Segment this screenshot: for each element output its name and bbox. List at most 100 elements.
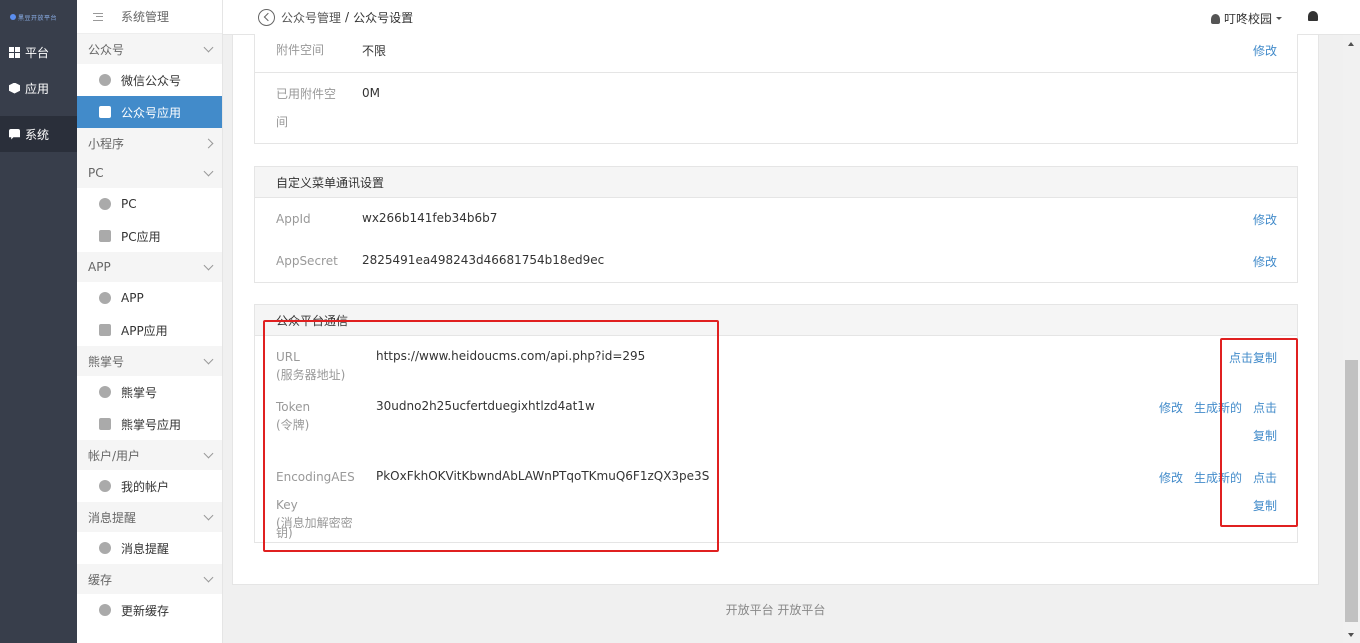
user-icon <box>99 480 111 492</box>
sidebar-item-notifications[interactable]: 消息提醒 <box>77 532 222 564</box>
top-header: 公众号管理 / 公众号设置 叮咚校园 <box>223 0 1360 35</box>
sidebar-group-xiongzhang[interactable]: 熊掌号 <box>77 346 222 376</box>
group-label: 帐户/用户 <box>88 448 141 463</box>
aes-generate-link[interactable]: 生成新的 <box>1194 469 1242 486</box>
monitor-icon <box>99 198 111 210</box>
sidebar-item-xiongzhang-apps[interactable]: 熊掌号应用 <box>77 408 222 440</box>
sidebar-group-app[interactable]: APP <box>77 252 222 282</box>
chevron-down-icon <box>203 510 214 520</box>
rail-item-apps[interactable]: 应用 <box>0 70 77 106</box>
appsecret-label: AppSecret <box>276 254 338 268</box>
group-label: 缓存 <box>88 572 113 587</box>
scroll-down-icon[interactable] <box>1348 633 1354 637</box>
appsecret-modify-link[interactable]: 修改 <box>1253 253 1277 270</box>
breadcrumb-parent[interactable]: 公众号管理 <box>281 9 341 26</box>
sidebar-item-app-apps[interactable]: APP应用 <box>77 314 222 346</box>
attach-used-label: 已用附件空 <box>276 87 337 101</box>
aes-copy-link-cont[interactable]: 复制 <box>1253 497 1277 514</box>
appid-value: wx266b141feb34b6b7 <box>362 211 498 225</box>
user-menu[interactable]: 叮咚校园 <box>1210 10 1282 27</box>
refresh-icon <box>99 604 111 616</box>
back-icon[interactable] <box>258 8 275 26</box>
logo-text: 黑豆开放平台 <box>18 14 58 22</box>
attach-space-modify-link[interactable]: 修改 <box>1253 42 1277 59</box>
scroll-up-icon[interactable] <box>1348 42 1354 46</box>
token-label: Token <box>276 400 311 414</box>
menu-comm-panel: 自定义菜单通讯设置 AppId wx266b141feb34b6b7 修改 Ap… <box>254 166 1298 283</box>
rail-item-system[interactable]: 系统 <box>0 116 77 152</box>
chevron-down-icon <box>203 166 214 176</box>
wechat-icon <box>99 74 111 86</box>
bell-icon <box>99 542 111 554</box>
sidebar-item-pc[interactable]: PC <box>77 188 222 220</box>
url-label: URL <box>276 350 300 364</box>
token-generate-link[interactable]: 生成新的 <box>1194 399 1242 416</box>
token-value: 30udno2h25ucfertduegixhtlzd4at1w <box>376 399 595 413</box>
vertical-scrollbar[interactable] <box>1343 35 1360 643</box>
token-label-sub: (令牌) <box>276 418 310 432</box>
sidebar-item-account-apps[interactable]: 公众号应用 <box>77 96 222 128</box>
attach-used-label-cont: 间 <box>276 115 289 129</box>
aes-key-value: PkOxFkhOKVitKbwndAbLAWnPTqoTKmuQ6F1zQX3p… <box>376 469 710 483</box>
chevron-down-icon <box>203 448 214 458</box>
grid-icon <box>9 46 20 58</box>
sidebar-item-label: 更新缓存 <box>121 603 170 618</box>
token-copy-link[interactable]: 点击 <box>1253 399 1277 416</box>
scrollbar-thumb[interactable] <box>1345 360 1358 622</box>
aes-key-label-2: Key <box>276 498 298 512</box>
appid-modify-link[interactable]: 修改 <box>1253 211 1277 228</box>
chevron-down-icon <box>203 260 214 270</box>
sidebar-item-update-cache[interactable]: 更新缓存 <box>77 594 222 626</box>
footer-text: 开放平台 开放平台 <box>725 603 826 617</box>
attachment-panel: 附件空间 不限 修改 已用附件空 间 0M <box>254 34 1298 144</box>
token-copy-link-cont[interactable]: 复制 <box>1253 427 1277 444</box>
main-rail: 黑豆开放平台 平台 应用 系统 <box>0 0 77 643</box>
sidebar-group-official-account[interactable]: 公众号 <box>77 34 222 64</box>
user-icon <box>1210 13 1220 24</box>
rail-item-label: 应用 <box>25 81 50 96</box>
sidebar-item-label: PC <box>121 197 137 211</box>
rail-item-label: 系统 <box>25 127 50 142</box>
url-copy-link[interactable]: 点击复制 <box>1229 349 1277 366</box>
sidebar-group-pc[interactable]: PC <box>77 158 222 188</box>
aes-modify-link[interactable]: 修改 <box>1159 469 1183 486</box>
sidebar-group-cache[interactable]: 缓存 <box>77 564 222 594</box>
sidebar-item-wechat-account[interactable]: 微信公众号 <box>77 64 222 96</box>
group-label: 熊掌号 <box>88 354 125 369</box>
sidebar-item-pc-apps[interactable]: PC应用 <box>77 220 222 252</box>
group-label: 公众号 <box>88 42 125 57</box>
rail-item-platform[interactable]: 平台 <box>0 34 77 70</box>
sidebar-item-my-account[interactable]: 我的帐户 <box>77 470 222 502</box>
xiongzhang-app-icon <box>99 418 111 430</box>
aes-copy-link[interactable]: 点击 <box>1253 469 1277 486</box>
bell-icon[interactable] <box>1308 11 1318 21</box>
panel-heading: 自定义菜单通讯设置 <box>255 167 1297 198</box>
sidebar-item-app[interactable]: APP <box>77 282 222 314</box>
sidebar-item-label: 消息提醒 <box>121 541 170 556</box>
sidebar-item-label: 我的帐户 <box>121 479 170 494</box>
sidebar-item-label: 熊掌号 <box>121 385 158 400</box>
logo[interactable]: 黑豆开放平台 <box>0 0 77 34</box>
sidebar-group-notifications[interactable]: 消息提醒 <box>77 502 222 532</box>
attach-used-value: 0M <box>362 86 380 100</box>
breadcrumb-separator: / <box>345 10 350 24</box>
app-app-icon <box>99 324 111 336</box>
pc-app-icon <box>99 230 111 242</box>
sidebar-group-account[interactable]: 帐户/用户 <box>77 440 222 470</box>
url-value: https://www.heidoucms.com/api.php?id=295 <box>376 349 646 363</box>
sidebar-item-label: 熊掌号应用 <box>121 417 182 432</box>
panel-heading: 公众平台通信 <box>255 305 1297 336</box>
sidebar-group-miniprogram[interactable]: 小程序 <box>77 128 222 158</box>
sidebar-item-xiongzhang[interactable]: 熊掌号 <box>77 376 222 408</box>
sidebar-title: 系统管理 <box>121 10 170 24</box>
chevron-right-icon <box>203 138 214 148</box>
rail-item-label: 平台 <box>25 45 50 60</box>
paw-icon <box>99 386 111 398</box>
divider <box>255 72 1297 73</box>
chevron-down-icon <box>203 572 214 582</box>
aes-key-label-4: 钥) <box>276 526 293 540</box>
token-modify-link[interactable]: 修改 <box>1159 399 1183 416</box>
menu-toggle-icon[interactable] <box>93 12 103 21</box>
sidebar: 系统管理 公众号 微信公众号 公众号应用 小程序 PC PC PC应用 APP … <box>77 0 223 643</box>
sidebar-item-label: 微信公众号 <box>121 73 182 88</box>
